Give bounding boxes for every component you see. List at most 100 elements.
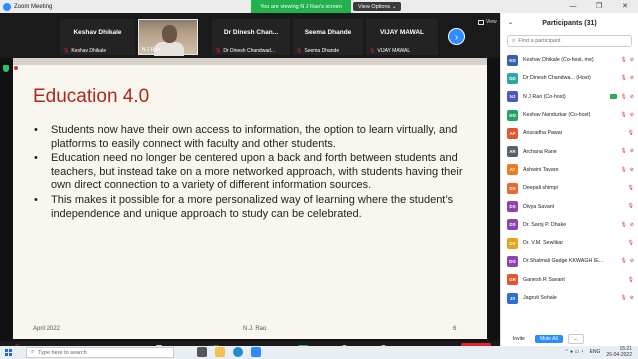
participant-status-icons: 🎙 [628,277,634,283]
participant-row[interactable]: AP Anuradha Pawar 🎙 [501,124,638,142]
more-options-button[interactable]: ... [567,334,584,344]
avatar: JS [507,292,518,304]
panel-header: ⌄ Participants (31) [501,13,638,33]
participant-status-icons: 🎙 ⊘ [620,258,634,264]
participant-row[interactable]: DS Divya Savant 🎙 [501,197,638,215]
mic-muted-icon: 🎙 [627,203,634,210]
window-title: Zoom Meeting [14,3,53,10]
video-tile[interactable]: Seema Dhande 🎙 Seema Dhande [293,19,363,55]
taskbar-search[interactable]: ⌕ Type here to search [26,347,174,358]
participant-name: Keshav Nandurkar (Co-host) [523,112,591,119]
video-off-icon: ⊘ [629,221,634,228]
participant-status-icons: 🎙 [628,203,634,209]
mute-all-button[interactable]: Mute All [534,335,563,343]
mic-muted-icon: 🎙 [369,48,376,54]
participant-row[interactable]: NJ N J Rao (Co-host) 🎙 ⊘ [501,88,638,106]
avatar: GR [507,274,518,286]
close-button[interactable]: ✕ [612,0,638,13]
participant-row[interactable]: AR Archana Rane 🎙 ⊘ [501,142,638,160]
video-off-icon: ⊘ [629,111,634,118]
video-tile[interactable]: VIJAY MAWAL 🎙 VIJAY MAWAL [366,19,438,55]
participant-status-icons: 🎙 [628,185,634,191]
participant-status-icons: 🎙 ⊘ [620,57,634,63]
participant-name: Dr.Shalmali Gadge KKWAGH IE... [523,258,604,265]
participant-status-icons: 🎙 [628,240,634,246]
video-tile[interactable]: Dr Dinesh Chan... 🎙 Dr Dinesh Chandwad... [212,19,290,55]
video-off-icon: ⊘ [629,166,634,173]
participant-name: Archana Rane [523,148,557,155]
participant-name: Divya Savant [523,203,555,210]
edge-browser-icon[interactable] [233,347,243,357]
mic-muted-icon: 🎙 [620,258,627,265]
zoom-window: Zoom Meeting You are viewing N J Rao's s… [0,0,638,359]
avatar: AT [507,164,518,176]
mic-muted-icon: 🎙 [620,221,627,228]
mic-muted-icon: 🎙 [296,48,303,54]
participant-row[interactable]: KN Keshav Nandurkar (Co-host) 🎙 ⊘ [501,106,638,124]
video-off-icon: ⊘ [629,148,634,155]
slide-footer-date: April 2022 [33,326,61,332]
encryption-shield-icon [3,65,9,71]
view-button[interactable]: View [478,19,497,25]
participant-name: Keshav Dhikale [73,29,122,36]
participant-row[interactable]: JS Jagruti Sohale 🎙 ⊘ [501,289,638,307]
windows-start-icon[interactable] [5,349,12,356]
participant-list: KD Keshav Dhikale (Co-host, me) 🎙 ⊘ DD Dr Din… [501,51,638,307]
zoom-logo-icon [3,2,11,11]
participant-name: Anuradha Pawar [523,130,563,137]
participant-row[interactable]: GR Ganesh R Savant 🎙 [501,271,638,289]
invite-button[interactable]: Invite [508,335,530,343]
avatar: DS [507,201,518,213]
mic-muted-icon: 🎙 [215,48,222,54]
tray-icons[interactable]: ⌃ ● ▭ ◔ [564,349,583,356]
task-view-icon[interactable] [197,347,207,357]
participant-label: 🎙 Keshav Dhikale [63,48,107,54]
participant-status-icons: 🎙 [628,130,634,136]
mic-muted-icon: 🎙 [627,239,634,246]
chevron-down-icon[interactable]: ⌄ [508,19,513,26]
mic-muted-icon: 🎙 [620,57,627,63]
view-options-button[interactable]: View Options ⌄ [353,2,402,11]
file-explorer-icon[interactable] [215,347,225,357]
mic-muted-icon: 🎙 [627,276,634,283]
maximize-button[interactable]: ❐ [586,0,612,13]
video-strip: Keshav Dhikale 🎙 Keshav Dhikale N J Rao D… [0,13,500,58]
avatar: DD [507,72,518,84]
participant-row[interactable]: DS Dr. Saroj P. Dhake 🎙 ⊘ [501,216,638,234]
avatar: DV [507,237,518,249]
participant-name: Keshav Dhikale (Co-host, me) [523,57,594,64]
participant-status-icons: 🎙 ⊘ [620,75,634,81]
participant-label: 🎙 Seema Dhande [296,48,340,54]
mic-muted-icon: 🎙 [627,130,634,137]
participant-name: Ganesh R Savant [523,276,565,283]
clock[interactable]: 15:21 26-04-2022 [606,346,632,358]
participant-row[interactable]: DG Dr.Shalmali Gadge KKWAGH IE... 🎙 ⊘ [501,252,638,270]
participant-row[interactable]: DV Dr. V.M. Sewlikar 🎙 [501,234,638,252]
video-tile-active[interactable]: N J Rao [138,19,198,56]
participant-row[interactable]: AT Ashwini Tavare 🎙 ⊘ [501,161,638,179]
slide-top-band [13,58,487,65]
next-page-arrow-icon[interactable]: › [448,28,465,45]
participant-name: Dr Dinesh Chan... [223,29,279,36]
participant-status-icons: 🎙 ⊘ [620,148,634,154]
video-tile[interactable]: Keshav Dhikale 🎙 Keshav Dhikale [60,19,135,55]
avatar: KN [507,109,518,121]
mic-muted-icon: 🎙 [620,111,627,118]
sharing-screen-icon [610,94,618,100]
participant-row[interactable]: DS Deepali shimpi 🎙 [501,179,638,197]
participant-row[interactable]: KD Keshav Dhikale (Co-host, me) 🎙 ⊘ [501,51,638,69]
search-input[interactable] [518,38,629,44]
recording-icon [13,65,19,71]
video-off-icon: ⊘ [629,75,634,82]
minimize-button[interactable]: — [560,0,586,13]
video-off-icon: ⊘ [629,258,634,265]
participant-name: Dr. V.M. Sewlikar [523,240,564,247]
search-icon: ⌕ [31,349,35,355]
avatar: DS [507,182,518,194]
language-indicator[interactable]: ENG [590,349,601,356]
participant-name: N J Rao (Co-host) [523,93,566,100]
video-feed-person [162,25,177,43]
zoom-app-icon[interactable] [251,347,261,357]
panel-title: Participants (31) [542,19,597,27]
participant-row[interactable]: DD Dr Dinesh Chandwa... (Host) 🎙 ⊘ [501,69,638,87]
